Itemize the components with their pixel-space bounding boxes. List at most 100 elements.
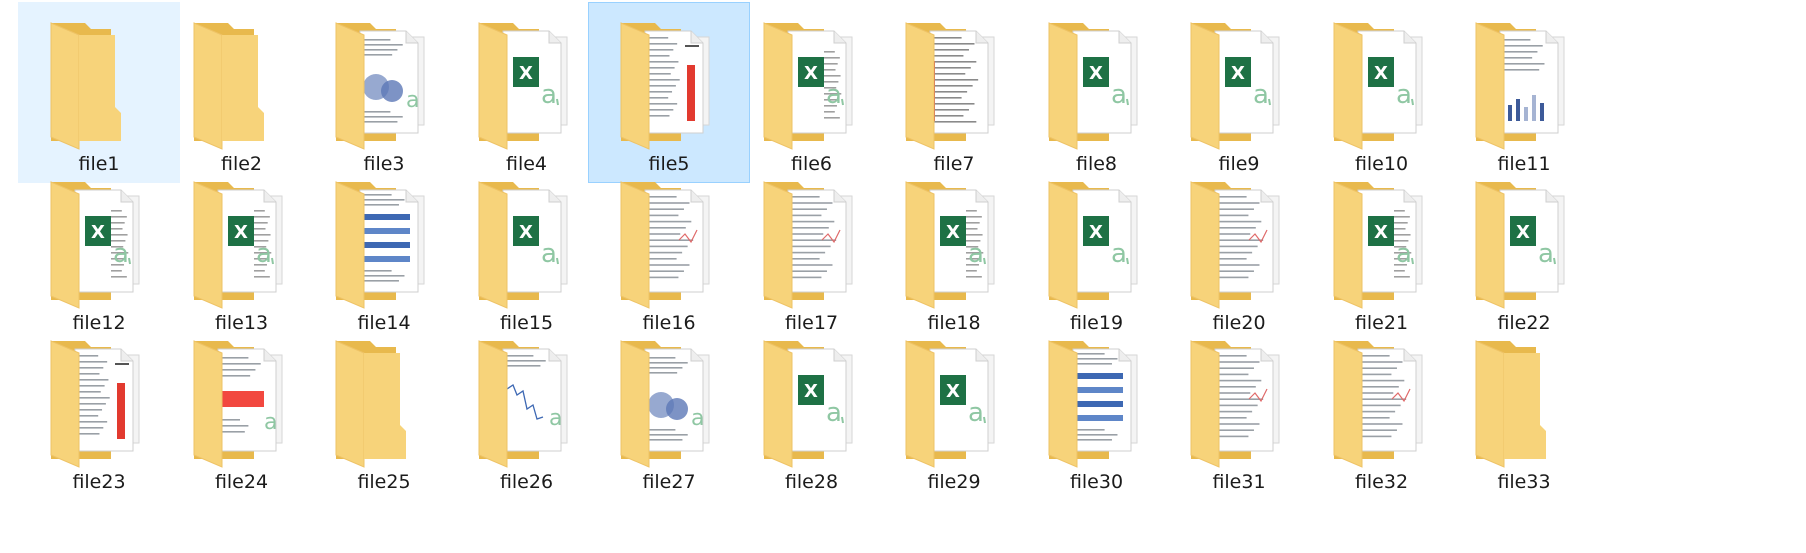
folder-label: file29 (927, 471, 981, 493)
folder-item-file30[interactable]: file30 (1016, 320, 1178, 501)
folder-icon: X a (1185, 21, 1295, 151)
svg-text:a: a (113, 239, 129, 269)
folder-label: file33 (1497, 471, 1551, 493)
folder-item-file6[interactable]: X a file6 (731, 2, 893, 183)
svg-text:X: X (234, 222, 248, 243)
svg-text:X: X (1516, 222, 1530, 243)
svg-text:a: a (1396, 239, 1412, 269)
svg-text:a: a (826, 80, 842, 110)
folder-item-file22[interactable]: X a file22 (1443, 161, 1605, 342)
svg-text:X: X (1374, 222, 1388, 243)
folder-item-file8[interactable]: X a file8 (1016, 2, 1178, 183)
folder-icon (1470, 21, 1580, 151)
svg-text:a: a (968, 398, 984, 428)
svg-text:X: X (804, 63, 818, 84)
folder-item-file29[interactable]: X a file29 (873, 320, 1035, 501)
svg-text:a: a (1111, 80, 1127, 110)
folder-icon (330, 339, 440, 469)
folder-icon: X a (900, 180, 1010, 310)
svg-text:a: a (541, 80, 557, 110)
folder-icon: X a (900, 339, 1010, 469)
svg-text:X: X (1374, 63, 1388, 84)
folder-item-file24[interactable]: a file24 (161, 320, 323, 501)
folder-label: file23 (72, 471, 126, 493)
folder-item-file23[interactable]: file23 (18, 320, 180, 501)
folder-icon (615, 21, 725, 151)
svg-text:X: X (1231, 63, 1245, 84)
folder-item-file32[interactable]: file32 (1301, 320, 1463, 501)
folder-item-file31[interactable]: file31 (1158, 320, 1320, 501)
svg-text:a: a (264, 410, 277, 435)
svg-text:a: a (968, 239, 984, 269)
svg-text:a: a (826, 398, 842, 428)
folder-icon: X a (1470, 180, 1580, 310)
folder-item-file11[interactable]: file11 (1443, 2, 1605, 183)
folder-icon (1185, 339, 1295, 469)
folder-icon: X a (45, 180, 155, 310)
svg-text:a: a (1538, 239, 1554, 269)
svg-text:a: a (541, 239, 557, 269)
folder-item-file12[interactable]: X a file12 (18, 161, 180, 342)
file-grid: file1 file2 a file3 X a file4 file5 X a … (0, 0, 1806, 553)
svg-text:X: X (804, 381, 818, 402)
folder-icon (330, 180, 440, 310)
svg-text:X: X (91, 222, 105, 243)
svg-text:a: a (1253, 80, 1269, 110)
svg-text:a: a (1111, 239, 1127, 269)
folder-icon: X a (473, 180, 583, 310)
folder-item-file25[interactable]: file25 (303, 320, 465, 501)
folder-item-file17[interactable]: file17 (731, 161, 893, 342)
folder-label: file32 (1354, 471, 1409, 493)
folder-icon: X a (1328, 21, 1438, 151)
svg-text:a: a (691, 406, 704, 431)
folder-item-file27[interactable]: a file27 (588, 320, 750, 501)
folder-icon: X a (758, 21, 868, 151)
folder-item-file14[interactable]: file14 (303, 161, 465, 342)
folder-label: file31 (1212, 471, 1266, 493)
svg-text:a: a (1396, 80, 1412, 110)
folder-item-file33[interactable]: file33 (1443, 320, 1605, 501)
folder-label: file30 (1069, 471, 1124, 493)
folder-icon (45, 339, 155, 469)
folder-item-file1[interactable]: file1 (18, 2, 180, 183)
svg-text:X: X (519, 63, 533, 84)
folder-label: file27 (642, 471, 696, 493)
folder-item-file19[interactable]: X a file19 (1016, 161, 1178, 342)
folder-item-file7[interactable]: file7 (873, 2, 1035, 183)
folder-icon (900, 21, 1010, 151)
folder-icon: a (473, 339, 583, 469)
folder-icon: X a (1328, 180, 1438, 310)
folder-label: file26 (499, 471, 554, 493)
folder-item-file4[interactable]: X a file4 (446, 2, 608, 183)
folder-icon (758, 180, 868, 310)
svg-text:X: X (1089, 222, 1103, 243)
folder-item-file18[interactable]: X a file18 (873, 161, 1035, 342)
folder-item-file9[interactable]: X a file9 (1158, 2, 1320, 183)
folder-item-file5[interactable]: file5 (588, 2, 750, 183)
folder-item-file28[interactable]: X a file28 (731, 320, 893, 501)
folder-icon: a (330, 21, 440, 151)
svg-text:X: X (519, 222, 533, 243)
folder-label: file25 (357, 471, 411, 493)
folder-item-file21[interactable]: X a file21 (1301, 161, 1463, 342)
folder-icon: X a (1043, 180, 1153, 310)
svg-text:X: X (946, 222, 960, 243)
folder-item-file3[interactable]: a file3 (303, 2, 465, 183)
folder-label: file28 (784, 471, 839, 493)
folder-item-file2[interactable]: file2 (161, 2, 323, 183)
svg-text:a: a (256, 239, 272, 269)
folder-icon (1470, 339, 1580, 469)
folder-label: file24 (214, 471, 269, 493)
folder-item-file13[interactable]: X a file13 (161, 161, 323, 342)
folder-item-file20[interactable]: file20 (1158, 161, 1320, 342)
folder-icon (1043, 339, 1153, 469)
folder-item-file15[interactable]: X a file15 (446, 161, 608, 342)
folder-item-file16[interactable]: file16 (588, 161, 750, 342)
svg-text:a: a (406, 88, 419, 113)
folder-icon (615, 180, 725, 310)
folder-item-file26[interactable]: a file26 (446, 320, 608, 501)
folder-icon: X a (1043, 21, 1153, 151)
folder-icon (45, 21, 155, 151)
svg-text:a: a (549, 406, 562, 431)
folder-item-file10[interactable]: X a file10 (1301, 2, 1463, 183)
